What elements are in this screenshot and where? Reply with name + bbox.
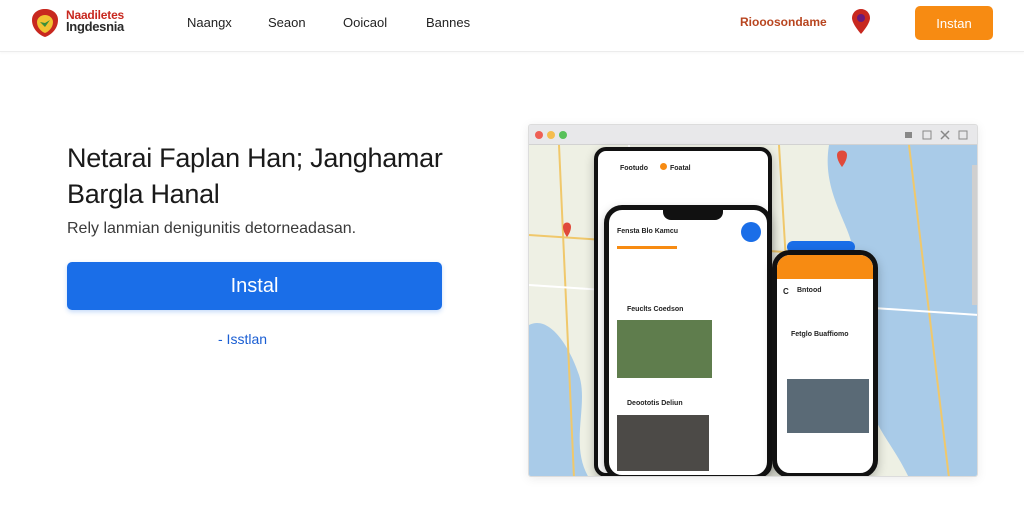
card-3-title: Deoototis Deliun — [627, 400, 683, 407]
phone-mockup-front: C Bntood Fetglo Buaffiomo — [772, 250, 878, 476]
app-title-2: Foatal — [670, 165, 691, 172]
photo-thumbnail-1[interactable] — [617, 320, 712, 378]
logo-shield-icon[interactable] — [30, 7, 60, 39]
top-navbar: Naadiletes Ingdesnia Naangx Seaon Ooicao… — [0, 0, 1024, 52]
browser-titlebar — [529, 125, 977, 145]
secondary-install-link[interactable]: - Isstlan — [218, 331, 267, 347]
map-pin-icon[interactable] — [851, 8, 871, 36]
phone-header-bar — [777, 255, 873, 279]
logo-wordmark[interactable]: Naadiletes Ingdesnia — [66, 9, 124, 33]
nav-link-4[interactable]: Bannes — [426, 15, 470, 30]
app-title: Footudo — [620, 165, 648, 172]
nav-right-link[interactable]: Riooosondame — [740, 15, 827, 29]
photo-thumbnail-3[interactable] — [787, 379, 869, 433]
phone-mockup-main: Fensta Blo Kamcu Feuclts Coedson Deootot… — [604, 205, 772, 476]
nav-link-1[interactable]: Naangx — [187, 15, 232, 30]
header-install-button[interactable]: Instan — [915, 6, 993, 40]
progress-bar — [617, 246, 677, 249]
map-background: Footudo Foatal Fensta Blo Kamcu Feuclts … — [529, 144, 977, 476]
app-preview-illustration: Footudo Foatal Fensta Blo Kamcu Feuclts … — [528, 124, 978, 477]
close-dot-icon — [535, 131, 543, 139]
window-controls-icon — [905, 130, 968, 140]
phone-2-label: Bntood — [797, 287, 822, 294]
phone-2-card-title: Fetglo Buaffiomo — [791, 331, 849, 338]
nav-link-3[interactable]: Ooicaol — [343, 15, 387, 30]
hero-subtitle: Rely lanmian denigunitis detorneadasan. — [67, 220, 357, 237]
maximize-dot-icon — [559, 131, 567, 139]
card-2-title: Feuclts Coedson — [627, 306, 684, 313]
install-button[interactable]: Instal — [67, 262, 442, 310]
photo-thumbnail-2[interactable] — [617, 415, 709, 471]
action-fab-icon[interactable] — [741, 222, 761, 242]
phone-2-header: C — [783, 287, 789, 296]
minimize-dot-icon — [547, 131, 555, 139]
phone-notch — [663, 210, 723, 220]
card-1-title: Fensta Blo Kamcu — [617, 228, 679, 235]
orange-pin-icon — [660, 163, 667, 170]
hero-title: Netarai Faplan Han; Janghamar Bargla Han… — [67, 143, 443, 209]
logo-line-2: Ingdesnia — [66, 19, 124, 34]
nav-link-2[interactable]: Seaon — [268, 15, 306, 30]
